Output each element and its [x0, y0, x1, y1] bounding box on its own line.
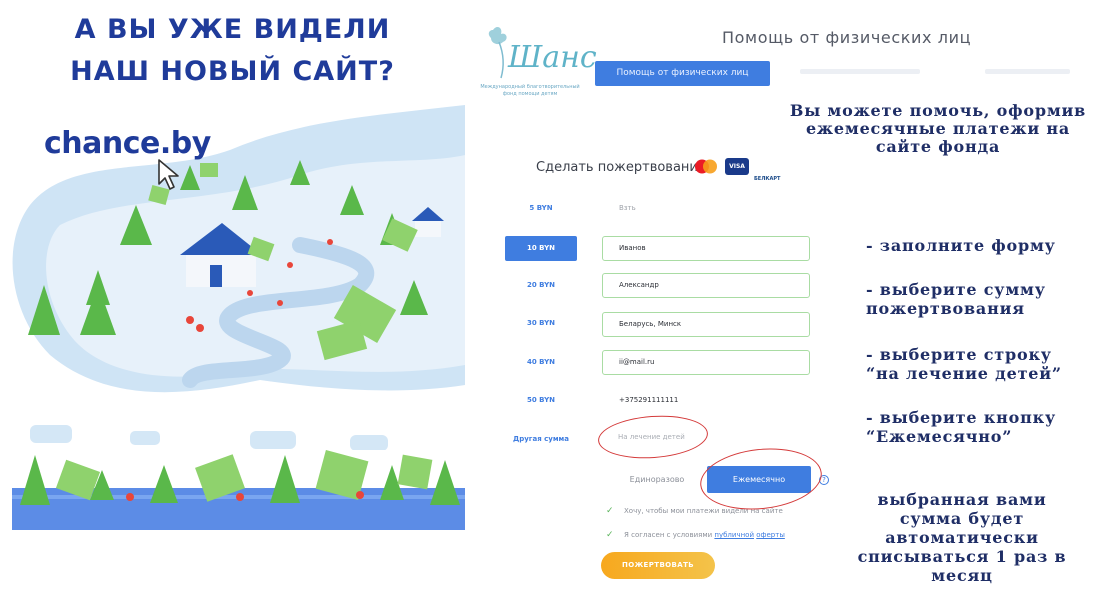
page-title: Помощь от физических лиц — [722, 28, 972, 47]
website-address: chance.by — [44, 126, 211, 161]
promo-poster: А ВЫ УЖЕ ВИДЕЛИ НАШ НОВЫЙ САЙТ? chance.b… — [0, 0, 465, 589]
amount-option-30[interactable]: 30 BYN — [505, 311, 577, 336]
amount-option-other[interactable]: Другая сумма — [505, 427, 577, 452]
tab-individual-donations[interactable]: Помощь от физических лиц — [595, 61, 770, 86]
instructions-intro: Вы можете помочь, оформив ежемесячные пл… — [789, 101, 1087, 156]
location-field[interactable]: Беларусь, Минск — [602, 312, 810, 337]
public-link[interactable]: публичной — [714, 531, 754, 539]
last-name-field[interactable]: Иванов — [602, 236, 810, 261]
one-time-button[interactable]: Единоразово — [617, 468, 697, 492]
amount-option-50[interactable]: 50 BYN — [505, 388, 577, 413]
tab-placeholder[interactable] — [985, 69, 1070, 74]
amount-option-5[interactable]: 5 BYN — [505, 196, 577, 221]
field-top-partial[interactable]: Bзть — [602, 196, 810, 221]
instruction-step-4: - выберите кнопку “Ежемесячно” — [866, 408, 1056, 446]
mouse-cursor-icon — [158, 159, 179, 190]
poster-headline-line-2: НАШ НОВЫЙ САЙТ? — [70, 56, 395, 87]
checkmark-icon[interactable]: ✓ — [606, 531, 615, 540]
mastercard-icon — [695, 159, 717, 174]
donation-form-title: Сделать пожертвование — [536, 160, 706, 175]
amount-option-20[interactable]: 20 BYN — [505, 273, 577, 298]
offer-link[interactable]: оферты — [756, 531, 785, 539]
poster-headline-line-1: А ВЫ УЖЕ ВИДЕЛИ — [74, 14, 391, 45]
first-name-field[interactable]: Александр — [602, 273, 810, 298]
winter-landscape-illustration — [12, 105, 465, 530]
logo-wordmark: Шанс — [508, 40, 597, 75]
phone-field[interactable]: +375291111111 — [602, 388, 810, 413]
logo-subtitle: Международный благотворительный фонд пом… — [480, 84, 580, 97]
terms-label-text: Я согласен с условиями — [624, 531, 715, 539]
terms-checkbox-label: Я согласен с условиями публичной оферты — [624, 531, 785, 539]
instruction-step-3: - выберите строку “на лечение детей” — [866, 345, 1062, 383]
instruction-step-1: - заполните форму — [866, 236, 1056, 255]
amount-option-40[interactable]: 40 BYN — [505, 350, 577, 375]
auto-debit-note: выбранная вами сумма будет автоматически… — [857, 490, 1067, 585]
donate-submit-button[interactable]: ПОЖЕРТВОВАТЬ — [601, 552, 715, 579]
visa-icon: VISA — [725, 158, 749, 175]
instruction-step-2: - выберите сумму пожертвования — [866, 280, 1046, 318]
email-field[interactable]: ii@mail.ru — [602, 350, 810, 375]
amount-option-10-selected[interactable]: 10 BYN — [505, 236, 577, 261]
checkmark-icon[interactable]: ✓ — [606, 507, 615, 516]
belkart-label: БЕЛКАРТ — [754, 176, 781, 182]
tab-placeholder[interactable] — [800, 69, 920, 74]
